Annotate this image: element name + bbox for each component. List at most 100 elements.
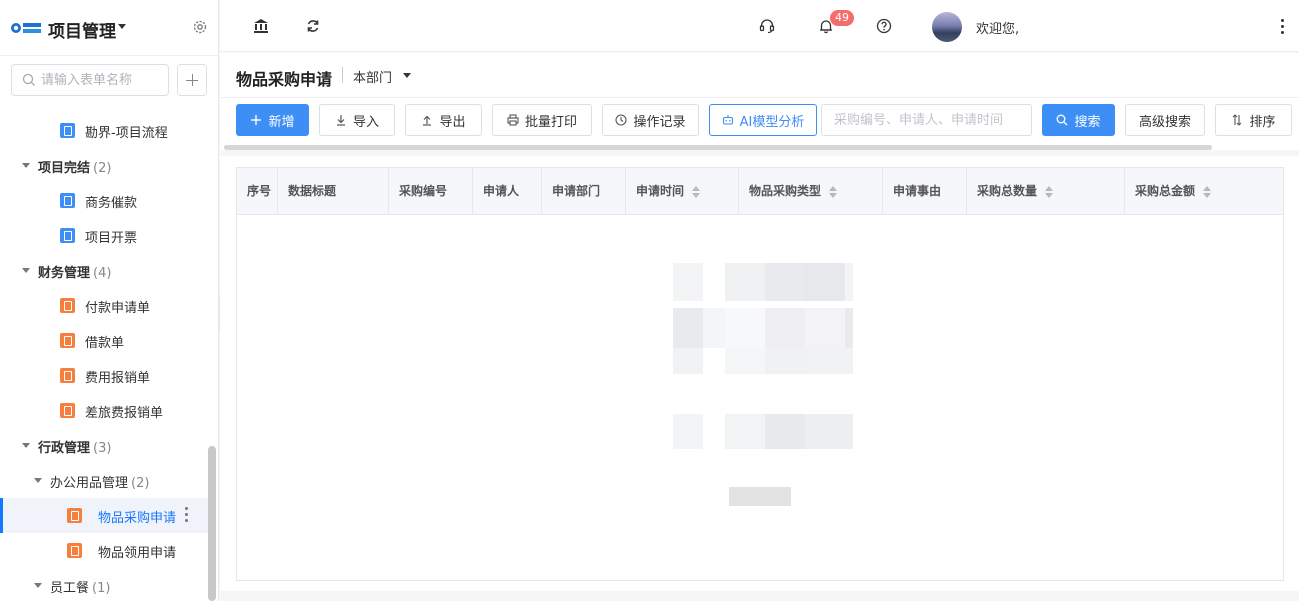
column-header: 序号 (237, 168, 278, 214)
page-title: 物品采购申请 (236, 70, 333, 89)
gear-icon[interactable] (192, 19, 208, 35)
chevron-down-icon[interactable] (403, 73, 411, 78)
tree-leaf-label: 物品采购申请 (98, 511, 177, 526)
sidebar-header: 项目管理 (0, 0, 219, 56)
search-button-label: 搜索 (1074, 114, 1101, 130)
sort-caret-icon[interactable] (1203, 185, 1212, 198)
add-button-label: 新增 (268, 114, 295, 130)
tree-leaf-jkd[interactable]: 借款单 (0, 323, 208, 358)
search-icon (22, 73, 35, 86)
tree-group-cwgl[interactable]: 财务管理 (4) (0, 253, 208, 288)
tree-leaf-label: 商务催款 (85, 196, 138, 211)
welcome-text: 欢迎您, (976, 22, 1020, 37)
tree-leaf-label: 差旅费报销单 (85, 406, 164, 421)
notification-badge: 49 (830, 10, 854, 26)
add-form-button[interactable] (177, 64, 207, 96)
sort-button[interactable]: 排序 (1215, 104, 1292, 136)
tree-group-xmwj[interactable]: 项目完结 (2) (0, 148, 208, 183)
help-icon[interactable] (876, 18, 892, 34)
headset-icon[interactable] (759, 18, 775, 34)
tree-group-label: 行政管理 (3) (38, 441, 112, 456)
header-divider (220, 97, 1299, 98)
ai-analysis-button[interactable]: AI模型分析 (709, 104, 817, 136)
chevron-down-icon[interactable] (22, 268, 30, 273)
search-button[interactable]: 搜索 (1042, 104, 1115, 136)
sort-caret-icon[interactable] (1045, 185, 1054, 198)
chevron-down-icon[interactable] (22, 163, 30, 168)
tree-leaf-fksqd[interactable]: 付款申请单 (0, 288, 208, 323)
tree-leaf-label: 勘界-项目流程 (85, 126, 168, 141)
column-header[interactable]: 申请时间 (626, 168, 739, 214)
column-header: 申请人 (473, 168, 542, 214)
chevron-down-icon[interactable] (22, 443, 30, 448)
form-search-input[interactable] (41, 71, 166, 89)
app-title[interactable]: 项目管理 (48, 17, 116, 42)
more-vertical-icon[interactable] (1281, 19, 1284, 37)
tree-leaf-label: 借款单 (85, 336, 125, 351)
bank-icon[interactable] (253, 18, 269, 34)
refresh-icon[interactable] (305, 18, 321, 34)
upload-icon (423, 115, 432, 126)
tree-leaf-xmkp[interactable]: 项目开票 (0, 218, 208, 253)
sort-button-label: 排序 (1249, 114, 1276, 130)
sort-icon (1233, 114, 1242, 126)
form-icon (60, 403, 75, 418)
tree-leaf-kanjie[interactable]: 勘界-项目流程 (0, 113, 208, 148)
tree-subgroup-ygc[interactable]: 员工餐 (1) (0, 568, 208, 601)
scope-select[interactable]: 本部门 (353, 67, 392, 86)
records-search-input[interactable] (821, 104, 1032, 136)
brand-logo (11, 23, 41, 33)
tree-leaf-clfbxd[interactable]: 差旅费报销单 (0, 393, 208, 428)
form-icon (67, 508, 82, 523)
import-button[interactable]: 导入 (319, 104, 395, 136)
operation-log-button[interactable]: 操作记录 (602, 104, 699, 136)
tree-leaf-fybxd[interactable]: 费用报销单 (0, 358, 208, 393)
column-header: 申请事由 (883, 168, 967, 214)
sidebar-scrollbar[interactable] (208, 446, 216, 601)
search-icon (1057, 114, 1068, 126)
top-bar: 49 欢迎您, (220, 0, 1299, 52)
tree-group-xzgl[interactable]: 行政管理 (3) (0, 428, 208, 463)
form-icon (60, 333, 75, 348)
sort-caret-icon[interactable] (692, 185, 701, 198)
app-switch-caret-icon[interactable] (118, 24, 126, 29)
main-content: 物品采购申请 本部门 新增 导入 导出 批量打印 操作记录 AI模型分析 采购编… (220, 53, 1299, 591)
form-icon (60, 123, 75, 138)
clock-icon (615, 114, 628, 126)
column-header[interactable]: 采购总数量 (967, 168, 1125, 214)
download-icon (336, 115, 345, 126)
form-icon (60, 298, 75, 313)
column-header[interactable]: 采购总金额 (1125, 168, 1283, 214)
tree-leaf-swcj[interactable]: 商务催款 (0, 183, 208, 218)
section-gap (220, 150, 1299, 156)
advanced-search-label: 高级搜索 (1138, 114, 1191, 130)
column-header[interactable]: 物品采购类型 (739, 168, 883, 214)
tree-leaf-label: 费用报销单 (85, 371, 151, 386)
plus-icon (251, 115, 262, 125)
batch-print-label: 批量打印 (524, 114, 577, 130)
column-header: 数据标题 (278, 168, 389, 214)
advanced-search-button[interactable]: 高级搜索 (1125, 104, 1205, 136)
add-button[interactable]: 新增 (236, 104, 309, 136)
chevron-down-icon[interactable] (34, 583, 42, 588)
robot-icon (722, 115, 733, 125)
tree-leaf-label: 付款申请单 (85, 301, 151, 316)
more-vertical-icon[interactable] (185, 507, 189, 525)
form-icon (60, 228, 75, 243)
avatar[interactable] (932, 12, 962, 42)
form-search-box (11, 64, 169, 96)
operation-log-label: 操作记录 (633, 114, 686, 130)
export-button[interactable]: 导出 (405, 104, 482, 136)
title-divider (342, 67, 343, 83)
batch-print-button[interactable]: 批量打印 (492, 104, 592, 136)
tree-subgroup-bgyp[interactable]: 办公用品管理 (2) (0, 463, 208, 498)
table-header: 序号 数据标题 采购编号 申请人 申请部门 申请时间 物品采购类型 申请事由 采… (237, 168, 1283, 215)
tree-leaf-wply[interactable]: 物品领用申请 (0, 533, 208, 568)
chevron-down-icon[interactable] (34, 478, 42, 483)
tree-leaf-wpcg[interactable]: 物品采购申请 (0, 498, 208, 533)
tree-group-label: 财务管理 (4) (38, 266, 112, 281)
column-header: 采购编号 (389, 168, 473, 214)
tree-subgroup-label: 员工餐 (1) (50, 581, 111, 596)
data-table: 序号 数据标题 采购编号 申请人 申请部门 申请时间 物品采购类型 申请事由 采… (236, 167, 1284, 581)
sort-caret-icon[interactable] (829, 185, 838, 198)
